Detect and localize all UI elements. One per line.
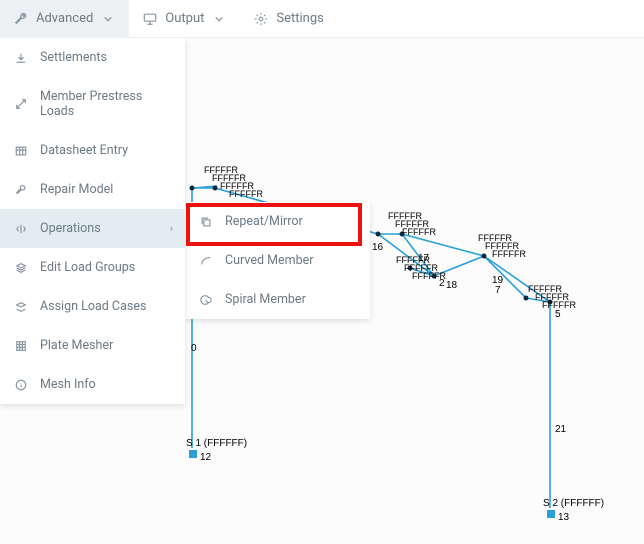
- toolbar-settings[interactable]: Settings: [240, 0, 337, 37]
- toolbar-output[interactable]: Output: [129, 0, 240, 37]
- toolbar-settings-label: Settings: [276, 11, 323, 26]
- submenu-spiral-member[interactable]: Spiral Member: [185, 280, 370, 319]
- chevron-right-icon: ›: [170, 222, 173, 235]
- svg-text:2: 2: [439, 278, 445, 289]
- spiral-icon: [199, 293, 213, 307]
- expand-icon: [14, 97, 28, 111]
- layers-icon: [14, 261, 28, 275]
- submenu-repeat-mirror[interactable]: Repeat/Mirror: [185, 202, 370, 241]
- chevron-down-icon: [212, 12, 226, 26]
- svg-text:12: 12: [200, 452, 212, 463]
- menu-mesh-info[interactable]: Mesh Info: [0, 365, 185, 404]
- grid-icon: [14, 339, 28, 353]
- svg-text:16: 16: [372, 242, 384, 253]
- menu-settlements[interactable]: Settlements: [0, 38, 185, 77]
- menu-edit-load-groups[interactable]: Edit Load Groups: [0, 248, 185, 287]
- svg-text:FFFFFR: FFFFFR: [402, 227, 436, 237]
- curve-icon: [199, 254, 213, 268]
- svg-text:17: 17: [418, 253, 430, 264]
- menu-datasheet-entry[interactable]: Datasheet Entry: [0, 131, 185, 170]
- main-toolbar: Advanced Output Settings: [0, 0, 644, 38]
- chevron-down-icon: [101, 12, 115, 26]
- menu-repair-model[interactable]: Repair Model: [0, 170, 185, 209]
- wrench-icon: [14, 183, 28, 197]
- info-icon: [14, 378, 28, 392]
- svg-text:FFFFFR: FFFFFR: [492, 249, 526, 259]
- svg-text:18: 18: [446, 280, 458, 291]
- svg-text:S 2 (FFFFFF): S 2 (FFFFFF): [543, 498, 604, 509]
- toolbar-advanced[interactable]: Advanced: [0, 0, 129, 37]
- menu-member-prestress[interactable]: Member Prestress Loads: [0, 77, 185, 131]
- operations-icon: [14, 222, 28, 236]
- copy-icon: [199, 215, 213, 229]
- svg-text:FFFFFR: FFFFFR: [229, 189, 263, 199]
- submenu-curved-member[interactable]: Curved Member: [185, 241, 370, 280]
- svg-text:21: 21: [555, 424, 567, 435]
- svg-text:13: 13: [558, 512, 570, 523]
- wrench-icon: [14, 12, 28, 26]
- settlements-icon: [14, 51, 28, 65]
- operations-submenu: Repeat/Mirror Curved Member Spiral Membe…: [185, 202, 370, 319]
- menu-assign-load-cases[interactable]: Assign Load Cases: [0, 287, 185, 326]
- menu-operations[interactable]: Operations ›: [0, 209, 185, 248]
- menu-plate-mesher[interactable]: Plate Mesher: [0, 326, 185, 365]
- monitor-icon: [143, 12, 157, 26]
- layers-icon: [14, 300, 28, 314]
- toolbar-output-label: Output: [165, 11, 204, 26]
- svg-text:0: 0: [191, 343, 197, 354]
- toolbar-advanced-label: Advanced: [36, 11, 93, 26]
- gear-icon: [254, 12, 268, 26]
- advanced-dropdown: Settlements Member Prestress Loads Datas…: [0, 38, 185, 404]
- svg-text:7: 7: [495, 285, 501, 296]
- table-icon: [14, 144, 28, 158]
- svg-text:S 1 (FFFFFF): S 1 (FFFFFF): [186, 438, 247, 449]
- svg-text:5: 5: [555, 309, 561, 320]
